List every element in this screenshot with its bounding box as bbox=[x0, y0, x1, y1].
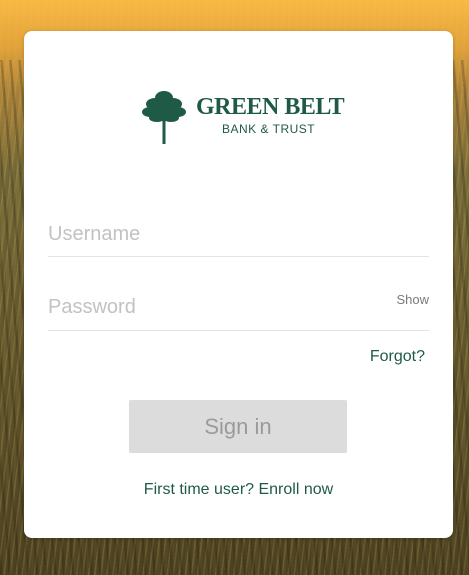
show-password-toggle[interactable]: Show bbox=[396, 292, 429, 307]
password-input[interactable] bbox=[48, 292, 368, 322]
bank-logo: GREEN BELT BANK & TRUST bbox=[142, 86, 352, 148]
login-card: GREEN BELT BANK & TRUST Show Forgot? Sig… bbox=[24, 31, 453, 538]
brand-name: GREEN BELT bbox=[196, 94, 345, 120]
brand-subtitle: BANK & TRUST bbox=[222, 122, 316, 136]
password-field: Show bbox=[48, 292, 429, 331]
username-field bbox=[48, 219, 429, 257]
tree-icon bbox=[142, 91, 186, 144]
forgot-link[interactable]: Forgot? bbox=[370, 348, 425, 366]
username-input[interactable] bbox=[48, 219, 368, 249]
enroll-link[interactable]: First time user? Enroll now bbox=[24, 481, 453, 499]
sign-in-button[interactable]: Sign in bbox=[129, 400, 347, 453]
